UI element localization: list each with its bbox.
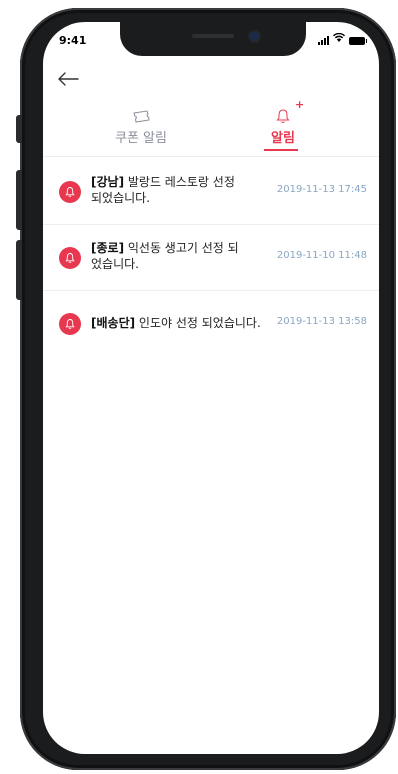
signal-icon: [318, 36, 329, 45]
volume-up-button: [16, 170, 22, 230]
bell-outline-icon: [223, 102, 343, 124]
wifi-icon: [333, 32, 345, 45]
status-icons: [318, 32, 367, 45]
bell-icon: [59, 313, 81, 335]
notification-date: 2019-11-10 11:48: [276, 250, 367, 261]
notification-list: [강남] 발랑드 레스토랑 선정 되었습니다. 2019-11-13 17:45…: [43, 159, 379, 356]
speaker: [192, 34, 234, 38]
bell-icon: [59, 181, 81, 203]
bell-icon: [59, 247, 81, 269]
notification-message: [종로] 익선동 생고기 선정 되었습니다.: [91, 240, 241, 272]
tab-alerts[interactable]: + 알림: [223, 98, 343, 156]
tab-coupon-label: 쿠폰 알림: [115, 131, 167, 146]
phone-screen: 9:41 쿠폰 알림 + 알림 [강남] 발랑드 레스토랑 선정 되었습니다. …: [43, 22, 379, 754]
tab-bar: 쿠폰 알림 + 알림: [43, 98, 379, 157]
notification-text: 인도야 선정 되었습니다.: [135, 316, 261, 330]
volume-down-button: [16, 240, 22, 300]
front-camera: [250, 32, 259, 41]
list-item[interactable]: [강남] 발랑드 레스토랑 선정 되었습니다. 2019-11-13 17:45: [43, 159, 379, 225]
active-tab-indicator: [264, 149, 298, 151]
notch: [120, 22, 306, 56]
notification-tag: [종로]: [91, 241, 125, 255]
tab-alerts-label: 알림: [271, 131, 295, 146]
notification-message: [배송단] 인도야 선정 되었습니다.: [91, 315, 281, 331]
new-badge: +: [295, 98, 305, 111]
mute-switch: [16, 115, 22, 143]
notification-tag: [강남]: [91, 175, 125, 189]
notification-message: [강남] 발랑드 레스토랑 선정 되었습니다.: [91, 174, 241, 206]
back-arrow-icon[interactable]: [57, 68, 79, 90]
notification-tag: [배송단]: [91, 316, 136, 330]
battery-icon: [349, 37, 367, 45]
status-time: 9:41: [59, 34, 87, 47]
notification-date: 2019-11-13 13:58: [276, 316, 367, 327]
tab-coupon-alerts[interactable]: 쿠폰 알림: [81, 102, 201, 156]
ticket-icon: [81, 102, 201, 124]
list-item[interactable]: [종로] 익선동 생고기 선정 되었습니다. 2019-11-10 11:48: [43, 225, 379, 291]
notification-date: 2019-11-13 17:45: [276, 184, 367, 195]
list-item[interactable]: [배송단] 인도야 선정 되었습니다. 2019-11-13 13:58: [43, 291, 379, 356]
